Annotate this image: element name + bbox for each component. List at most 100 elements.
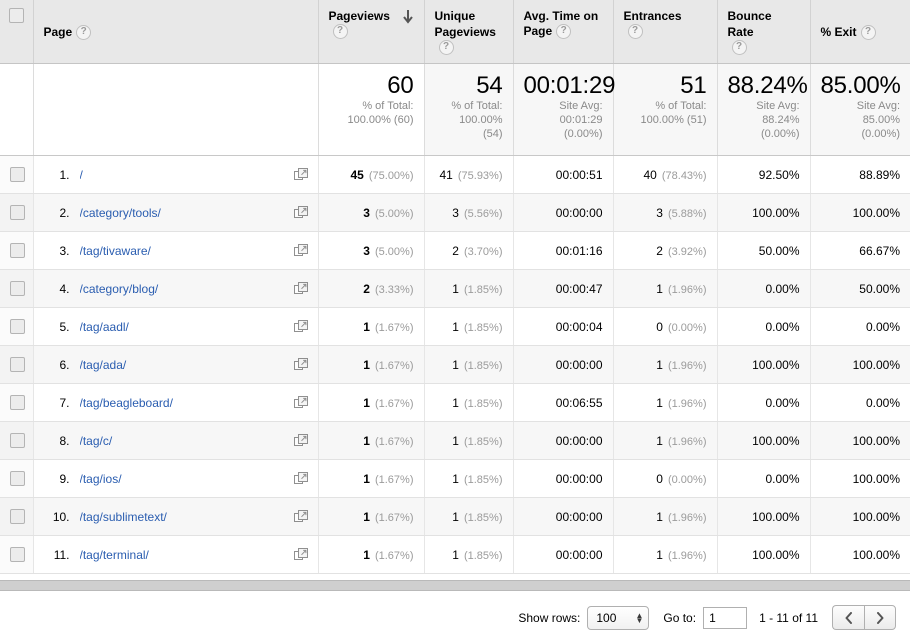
row-unique-pageviews-value: 1	[452, 471, 459, 486]
row-avg-time-value: 00:00:00	[555, 471, 603, 486]
row-checkbox[interactable]	[10, 433, 25, 449]
row-unique-pageviews-percent: (1.85%)	[463, 359, 503, 372]
page-path-link[interactable]: /tag/ios/	[80, 472, 288, 486]
row-checkbox-cell	[0, 155, 34, 195]
row-unique-pageviews-value: 2	[452, 243, 459, 258]
row-checkbox[interactable]	[10, 395, 25, 411]
open-in-new-window-icon[interactable]	[293, 319, 308, 334]
column-header-pageviews[interactable]: Pageviews ?	[318, 0, 425, 65]
summary-bounce-rate: 88.24% Site Avg: 88.24% (0.00%)	[717, 63, 811, 157]
row-page-cell: 10. /tag/sublimetext/	[33, 497, 319, 537]
page-path-link[interactable]: /tag/terminal/	[80, 548, 288, 562]
stepper-down-icon[interactable]: ▼	[635, 616, 643, 624]
open-in-new-window-icon[interactable]	[293, 357, 308, 372]
row-checkbox[interactable]	[10, 205, 25, 221]
table-header: Page? Pageviews ? Unique Pageviews ? Avg…	[0, 0, 910, 65]
open-in-new-window-icon[interactable]	[293, 471, 308, 486]
row-avg-time-cell: 00:00:00	[513, 421, 614, 461]
table-row: 2. /category/tools/3 (5.00%) 3 (5.56%) 00:00:…	[0, 193, 910, 233]
row-unique-pageviews-cell: 1 (1.85%)	[424, 421, 514, 461]
column-header-exit-rate[interactable]: % Exit?	[810, 0, 910, 65]
pages-data-table: Page? Pageviews ? Unique Pageviews ? Avg…	[0, 0, 910, 575]
page-path-link[interactable]: /tag/sublimetext/	[80, 510, 288, 524]
row-checkbox[interactable]	[10, 509, 25, 525]
page-path-link[interactable]: /tag/c/	[80, 434, 288, 448]
next-page-button[interactable]	[864, 605, 896, 631]
result-range-text: 1 - 11 of 11	[759, 610, 818, 625]
column-header-unique-pageviews-label-2: Pageviews	[434, 25, 496, 39]
help-icon-pageviews[interactable]: ?	[332, 24, 348, 40]
row-bounce-rate-value: 100.00%	[752, 547, 800, 562]
row-unique-pageviews-percent: (75.93%)	[457, 169, 503, 182]
open-in-new-window-icon[interactable]	[293, 509, 308, 524]
row-exit-rate-value: 100.00%	[852, 433, 900, 448]
row-checkbox[interactable]	[10, 243, 25, 259]
page-path-link[interactable]: /tag/beagleboard/	[80, 396, 288, 410]
column-header-unique-pageviews[interactable]: Unique Pageviews ?	[424, 0, 514, 65]
help-icon-avg-time[interactable]: ?	[556, 24, 572, 40]
row-entrances-cell: 0 (0.00%)	[613, 307, 718, 347]
row-bounce-rate-value: 100.00%	[752, 509, 800, 524]
column-header-page[interactable]: Page?	[33, 0, 319, 65]
row-unique-pageviews-value: 1	[452, 547, 459, 562]
summary-entrances-value: 51	[680, 72, 707, 100]
help-icon-entrances[interactable]: ?	[627, 24, 643, 40]
page-path-link[interactable]: /tag/tivaware/	[80, 244, 288, 258]
row-pageviews-cell: 1 (1.67%)	[318, 497, 425, 537]
rows-per-page-select[interactable]: 100 ▲ ▼	[587, 605, 650, 630]
table-body: 1. / 45 (75.00%) 41 (75.93%) 00:00:51 40 (78.43%…	[0, 155, 910, 575]
row-checkbox[interactable]	[10, 281, 25, 297]
row-checkbox[interactable]	[10, 547, 25, 563]
page-path-link[interactable]: /tag/ada/	[80, 358, 288, 372]
row-bounce-rate-value: 92.50%	[758, 167, 800, 182]
open-in-new-window-icon[interactable]	[293, 281, 308, 296]
help-icon-page[interactable]: ?	[76, 25, 92, 41]
row-pageviews-cell: 2 (3.33%)	[318, 269, 425, 309]
page-path-link[interactable]: /category/tools/	[80, 206, 288, 220]
chevron-left-icon	[845, 611, 852, 624]
column-header-bounce-rate[interactable]: Bounce Rate ?	[717, 0, 811, 65]
row-checkbox[interactable]	[10, 357, 25, 373]
open-in-new-window-icon[interactable]	[293, 205, 308, 220]
page-path-link[interactable]: /	[80, 168, 288, 182]
row-pageviews-percent: (75.00%)	[368, 169, 414, 182]
horizontal-scrollbar[interactable]	[0, 580, 910, 592]
sort-descending-arrow-icon[interactable]	[402, 9, 414, 25]
previous-page-button[interactable]	[832, 605, 864, 631]
row-checkbox[interactable]	[10, 319, 25, 335]
row-unique-pageviews-percent: (1.85%)	[463, 511, 503, 524]
pagination-controls	[832, 605, 896, 631]
table-row: 4. /category/blog/2 (3.33%) 1 (1.85%) 00:00:4…	[0, 269, 910, 309]
open-in-new-window-icon[interactable]	[293, 433, 308, 448]
select-all-checkbox[interactable]	[8, 8, 24, 24]
help-icon-unique-pageviews[interactable]: ?	[438, 40, 454, 56]
row-checkbox-cell	[0, 345, 34, 385]
goto-page-input[interactable]	[703, 606, 748, 629]
column-header-avg-time-label-1: Avg. Time on	[523, 9, 599, 23]
row-entrances-cell: 0 (0.00%)	[613, 459, 718, 499]
row-checkbox[interactable]	[10, 471, 25, 487]
row-bounce-rate-cell: 0.00%	[717, 269, 811, 309]
row-pageviews-value: 1	[363, 357, 370, 372]
page-path-link[interactable]: /category/blog/	[80, 282, 288, 296]
row-exit-rate-value: 100.00%	[852, 205, 900, 220]
open-in-new-window-icon[interactable]	[293, 395, 308, 410]
row-entrances-cell: 40 (78.43%)	[613, 155, 718, 195]
help-icon-bounce-rate[interactable]: ?	[731, 40, 747, 56]
row-pageviews-value: 1	[363, 319, 370, 334]
row-entrances-value: 1	[656, 281, 663, 296]
page-path-link[interactable]: /tag/aadl/	[80, 320, 288, 334]
summary-unique-pageviews-sub-1: % of Total:	[451, 100, 503, 113]
row-checkbox[interactable]	[10, 167, 25, 183]
stepper-arrows-icon[interactable]: ▲ ▼	[635, 611, 643, 624]
row-exit-rate-value: 100.00%	[852, 547, 900, 562]
row-bounce-rate-value: 0.00%	[765, 281, 800, 296]
open-in-new-window-icon[interactable]	[293, 167, 308, 182]
open-in-new-window-icon[interactable]	[293, 547, 308, 562]
column-header-entrances[interactable]: Entrances ?	[613, 0, 718, 65]
open-in-new-window-icon[interactable]	[293, 243, 308, 258]
column-header-avg-time-on-page[interactable]: Avg. Time on Page?	[513, 0, 614, 65]
help-icon-exit-rate[interactable]: ?	[860, 25, 876, 41]
summary-pageviews-sub-1: % of Total:	[362, 100, 414, 113]
row-unique-pageviews-cell: 1 (1.85%)	[424, 383, 514, 423]
